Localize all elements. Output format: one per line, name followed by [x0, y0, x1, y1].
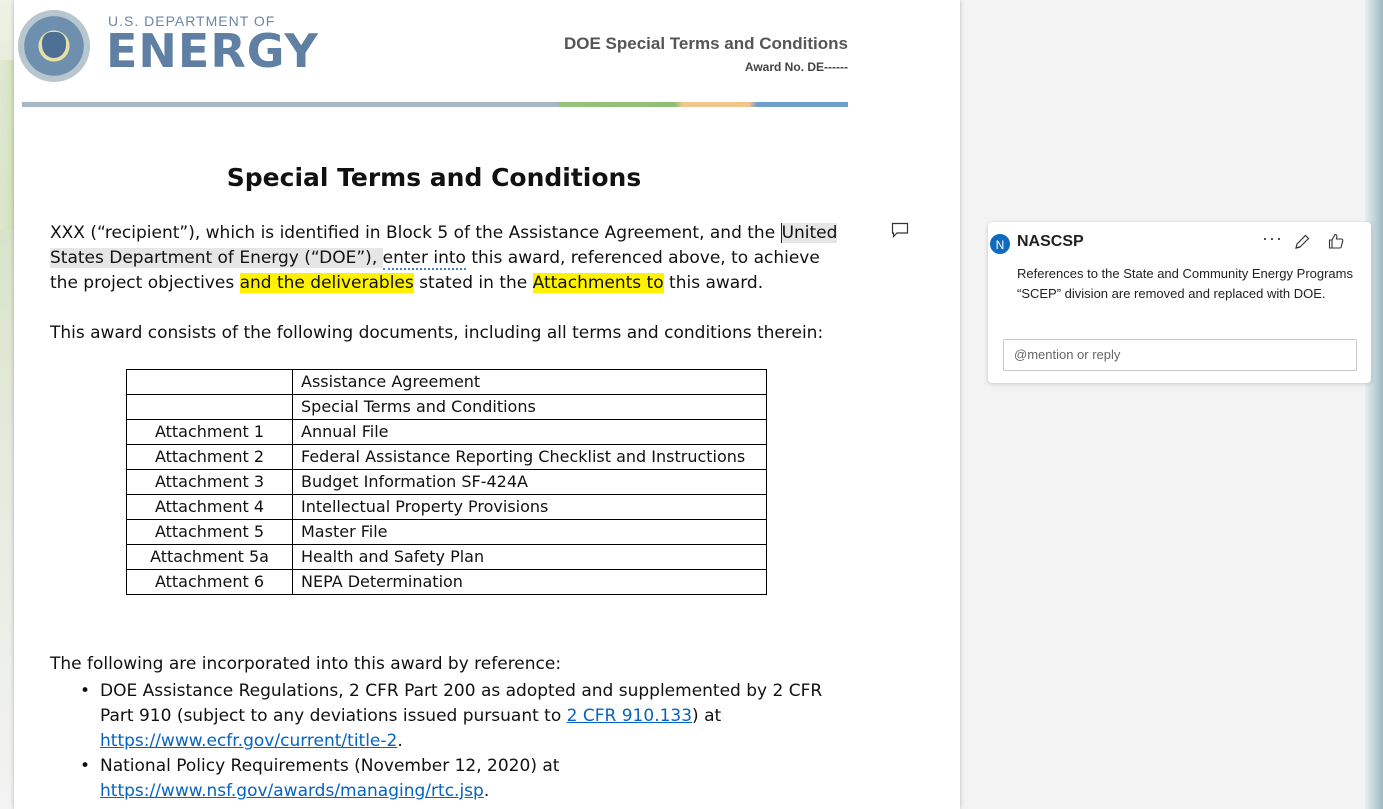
- cfr-link[interactable]: 2 CFR 910.133: [567, 706, 692, 726]
- like-icon[interactable]: [1327, 232, 1345, 250]
- document-name-cell: Intellectual Property Provisions: [292, 494, 767, 520]
- eagle-icon: [42, 32, 66, 58]
- avatar: N: [989, 233, 1011, 255]
- list-item: • National Policy Requirements (November …: [80, 756, 560, 801]
- table-row: Attachment 6 NEPA Determination: [126, 569, 767, 595]
- table-row: Assistance Agreement: [126, 369, 767, 395]
- document-title: Special Terms and Conditions: [226, 163, 642, 192]
- table-row: Attachment 5 Master File: [126, 519, 767, 545]
- highlighted-text: Attachments to: [532, 273, 664, 293]
- attachment-label-cell: Attachment 5a: [126, 544, 293, 570]
- header-doc-title: DOE Special Terms and Conditions: [563, 34, 848, 53]
- attachment-label-cell: Attachment 2: [126, 444, 293, 470]
- attachment-label-cell: Attachment 3: [126, 469, 293, 495]
- list-item: • DOE Assistance Regulations, 2 CFR Part …: [80, 681, 823, 751]
- document-name-cell: Master File: [292, 519, 767, 545]
- nsf-link[interactable]: https://www.nsf.gov/awards/managing/rtc.…: [100, 781, 484, 801]
- intro-text-a: XXX (“recipient”), which is identified i…: [50, 223, 781, 243]
- document-name-cell: Special Terms and Conditions: [292, 394, 767, 420]
- document-name-cell: Health and Safety Plan: [292, 544, 767, 570]
- logo-line2: ENERGY: [106, 24, 319, 78]
- comment-icon[interactable]: [891, 222, 909, 238]
- documents-paragraph: This award consists of the following doc…: [50, 323, 824, 343]
- document-content: U.S. DEPARTMENT OF ENERGY DOE Special Te…: [14, 0, 960, 809]
- attachment-label-cell: Attachment 4: [126, 494, 293, 520]
- edit-icon[interactable]: [1293, 233, 1311, 251]
- document-name-cell: Assistance Agreement: [292, 369, 767, 395]
- more-options-icon[interactable]: ···: [1262, 228, 1283, 249]
- highlighted-text: and the deliverables: [239, 273, 414, 293]
- comment-author: NASCSP: [1017, 233, 1084, 250]
- attachment-label-cell: [126, 369, 293, 395]
- document-name-cell: Federal Assistance Reporting Checklist a…: [292, 444, 767, 470]
- document-name-cell: Annual File: [292, 419, 767, 445]
- document-name-cell: Budget Information SF-424A: [292, 469, 767, 495]
- attachment-label-cell: Attachment 1: [126, 419, 293, 445]
- documents-table: Assistance Agreement Special Terms and Co…: [126, 369, 767, 595]
- incorporated-paragraph: The following are incorporated into this…: [50, 654, 562, 674]
- window-edge-right: [1365, 0, 1383, 809]
- table-row: Attachment 4 Intellectual Property Provis…: [126, 494, 767, 520]
- bullet-icon: •: [80, 681, 91, 701]
- document-name-cell: NEPA Determination: [292, 569, 767, 595]
- attachment-label-cell: Attachment 5: [126, 519, 293, 545]
- intro-text-h: this award.: [663, 273, 764, 293]
- document-page[interactable]: U.S. DEPARTMENT OF ENERGY DOE Special Te…: [14, 0, 960, 809]
- table-row: Attachment 3 Budget Information SF-424A: [126, 469, 767, 495]
- table-row: Attachment 5a Health and Safety Plan: [126, 544, 767, 570]
- attachment-label-cell: [126, 394, 293, 420]
- intro-paragraph[interactable]: XXX (“recipient”), which is identified i…: [50, 221, 850, 296]
- table-row: Attachment 1 Annual File: [126, 419, 767, 445]
- reply-input[interactable]: @mention or reply: [1003, 339, 1357, 371]
- doe-seal-logo: [18, 10, 90, 82]
- flagged-text[interactable]: enter into: [382, 248, 466, 270]
- attachment-label-cell: Attachment 6: [126, 569, 293, 595]
- header-divider: [22, 102, 848, 107]
- header-award-number: Award No. DE------: [744, 60, 848, 74]
- ecfr-link[interactable]: https://www.ecfr.gov/current/title-2: [100, 731, 397, 751]
- comment-text: References to the State and Community En…: [1017, 266, 1353, 301]
- table-row: Attachment 2 Federal Assistance Reporting…: [126, 444, 767, 470]
- intro-text-f: stated in the: [413, 273, 533, 293]
- references-list: • DOE Assistance Regulations, 2 CFR Part …: [80, 679, 860, 804]
- table-row: Special Terms and Conditions: [126, 394, 767, 420]
- bullet-icon: •: [80, 756, 91, 776]
